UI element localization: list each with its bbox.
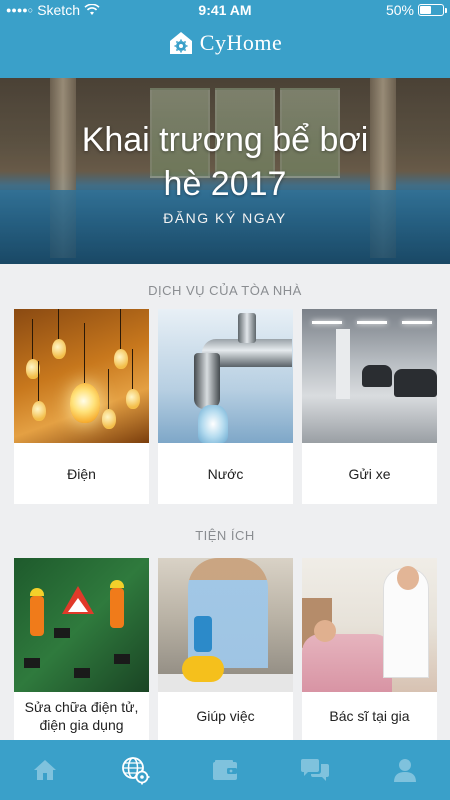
- service-label: Điện: [67, 465, 96, 482]
- banner-title: Khai trương bể bơi hè 2017: [81, 121, 369, 203]
- house-gear-icon: [169, 32, 192, 54]
- home-doctor-image: [302, 558, 437, 692]
- battery-info: 50%: [385, 2, 447, 18]
- status-bar: ●●●●○ Sketch 9:41 AM 50%: [0, 0, 450, 20]
- utilities-grid: Sửa chữa điện tử, điện gia dụng Giúp việ…: [14, 558, 437, 740]
- utility-label: Bác sĩ tại gia: [329, 708, 410, 724]
- parking-garage-image: [302, 309, 437, 443]
- house-cleaning-image: [158, 558, 293, 692]
- utilities-section-title: TIỆN ÍCH: [195, 528, 255, 543]
- service-card-electricity[interactable]: Điện: [14, 309, 149, 504]
- user-icon: [394, 759, 416, 782]
- register-now-link[interactable]: ĐĂNG KÝ NGAY: [0, 210, 450, 226]
- service-card-parking[interactable]: Gửi xe: [302, 309, 437, 504]
- status-time: 9:41 AM: [198, 2, 252, 18]
- brand-name: CyHome: [199, 30, 283, 55]
- chat-icon: [301, 759, 329, 781]
- bottom-tab-bar: [0, 740, 450, 800]
- utility-card-housekeeping[interactable]: Giúp việc: [158, 558, 293, 740]
- app-header: ●●●●○ Sketch 9:41 AM 50% CyHome: [0, 0, 450, 78]
- promo-banner[interactable]: Khai trương bể bơi hè 2017 ĐĂNG KÝ NGAY: [0, 78, 450, 264]
- battery-icon: [418, 4, 447, 16]
- service-card-water[interactable]: Nước: [158, 309, 293, 504]
- tab-messages[interactable]: [290, 745, 340, 795]
- water-tap-image: [158, 309, 293, 443]
- brand-logo: CyHome: [0, 30, 450, 56]
- services-section-title: DỊCH VỤ CỦA TÒA NHÀ: [148, 283, 302, 298]
- battery-percent: 50%: [385, 2, 414, 18]
- tab-profile[interactable]: [380, 745, 430, 795]
- utility-label: Giúp việc: [196, 708, 255, 724]
- utility-card-home-doctor[interactable]: Bác sĩ tại gia: [302, 558, 437, 740]
- tab-services[interactable]: [110, 745, 160, 795]
- service-label: Gửi xe: [348, 465, 391, 482]
- battery-level: [420, 6, 431, 14]
- tab-wallet[interactable]: [200, 745, 250, 795]
- electronics-repair-image: [14, 558, 149, 692]
- light-bulbs-image: [14, 309, 149, 443]
- home-icon: [34, 760, 56, 780]
- service-label: Nước: [207, 465, 244, 482]
- utility-card-electronics-repair[interactable]: Sửa chữa điện tử, điện gia dụng: [14, 558, 149, 740]
- tab-home[interactable]: [20, 745, 70, 795]
- services-grid: Điện Nước Gửi xe: [14, 309, 437, 504]
- globe-gear-icon: [122, 757, 150, 785]
- utility-label: Sửa chữa điện tử, điện gia dụng: [24, 699, 139, 733]
- wallet-icon: [213, 760, 237, 780]
